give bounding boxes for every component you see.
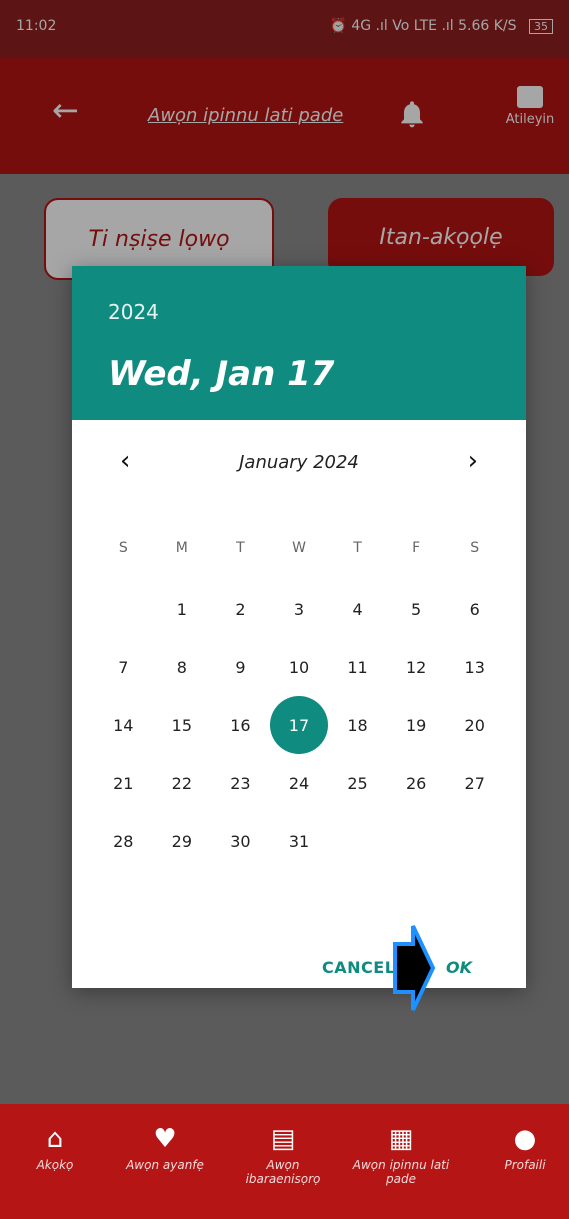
- calendar-day[interactable]: 5: [387, 580, 446, 638]
- weekday-header: S M T W T F S: [94, 540, 504, 556]
- calendar-day[interactable]: 3: [270, 580, 329, 638]
- calendar-empty-cell: [94, 580, 153, 638]
- calendar-day[interactable]: 21: [94, 754, 153, 812]
- calendar-day[interactable]: 7: [94, 638, 153, 696]
- calendar-day[interactable]: 2: [211, 580, 270, 638]
- calendar-day[interactable]: 31: [270, 812, 329, 870]
- nav-label: Awọn ayanfẹ: [126, 1158, 204, 1172]
- calendar-grid: 1 2 3 4 5 6 7 8 9 10 11 12 13 14 15 16 17 18 19 20 21 22 23 24 2…: [94, 580, 504, 870]
- calendar-day[interactable]: 14: [94, 696, 153, 754]
- heart-icon: ♥: [153, 1124, 177, 1154]
- weekday-label: F: [412, 540, 421, 556]
- calendar-empty-cell: [328, 812, 387, 870]
- cancel-button[interactable]: CANCEL: [322, 958, 395, 977]
- nav-favorites[interactable]: ♥ Awọn ayanfẹ: [110, 1126, 220, 1172]
- calendar-day[interactable]: 12: [387, 638, 446, 696]
- calendar-day[interactable]: 23: [211, 754, 270, 812]
- weekday-label: T: [353, 540, 362, 556]
- weekday-label: T: [236, 540, 245, 556]
- nav-messages[interactable]: ▤ Awọn ibaraenisọrọ: [228, 1126, 338, 1186]
- chevron-right-icon: ›: [467, 446, 478, 476]
- calendar-day[interactable]: 27: [445, 754, 504, 812]
- nav-label: Profaili: [504, 1158, 546, 1172]
- bottom-nav: ⌂ Akọkọ ♥ Awọn ayanfẹ ▤ Awọn ibaraenisọr…: [0, 1104, 569, 1219]
- calendar-day[interactable]: 17: [269, 696, 328, 754]
- calendar-day[interactable]: 6: [445, 580, 504, 638]
- selected-date: Wed, Jan 17: [108, 354, 335, 394]
- calendar-day[interactable]: 20: [445, 696, 504, 754]
- calendar-day[interactable]: 10: [270, 638, 329, 696]
- date-picker-dialog: 2024 Wed, Jan 17 ‹ January 2024 › S M T …: [72, 266, 526, 988]
- weekday-label: S: [470, 540, 480, 556]
- pointer-arrow-icon: [393, 925, 436, 1011]
- profile-icon: ●: [513, 1124, 537, 1154]
- calendar-day[interactable]: 1: [153, 580, 212, 638]
- nav-label: Akọkọ: [36, 1158, 74, 1172]
- calendar-icon: ▦: [388, 1124, 414, 1154]
- dialog-actions: CANCEL OK: [72, 958, 526, 998]
- date-picker-header: 2024 Wed, Jan 17: [72, 266, 526, 420]
- calendar-day[interactable]: 8: [153, 638, 212, 696]
- calendar-day[interactable]: 18: [328, 696, 387, 754]
- calendar-day[interactable]: 19: [387, 696, 446, 754]
- calendar-day[interactable]: 11: [328, 638, 387, 696]
- home-icon: ⌂: [46, 1124, 64, 1154]
- calendar-day[interactable]: 13: [445, 638, 504, 696]
- calendar-day[interactable]: 15: [153, 696, 212, 754]
- calendar-empty-cell: [387, 812, 446, 870]
- calendar-day[interactable]: 25: [328, 754, 387, 812]
- calendar-day[interactable]: 22: [153, 754, 212, 812]
- weekday-label: S: [118, 540, 128, 556]
- calendar-day[interactable]: 28: [94, 812, 153, 870]
- chat-icon: ▤: [270, 1124, 296, 1154]
- weekday-label: M: [175, 540, 188, 556]
- month-navigation: ‹ January 2024 ›: [72, 446, 526, 486]
- calendar-day[interactable]: 30: [211, 812, 270, 870]
- nav-appointments[interactable]: ▦ Awọn ipinnu lati pade: [346, 1126, 456, 1186]
- nav-label: Awọn ibaraenisọrọ: [245, 1158, 321, 1186]
- nav-profile[interactable]: ● Profaili: [470, 1126, 569, 1172]
- calendar-day[interactable]: 9: [211, 638, 270, 696]
- calendar-day[interactable]: 16: [211, 696, 270, 754]
- ok-button[interactable]: OK: [446, 958, 472, 977]
- month-label: January 2024: [239, 452, 359, 473]
- year-label[interactable]: 2024: [108, 300, 159, 324]
- calendar-day[interactable]: 29: [153, 812, 212, 870]
- calendar-day[interactable]: 4: [328, 580, 387, 638]
- weekday-label: W: [292, 540, 306, 556]
- calendar-empty-cell: [445, 812, 504, 870]
- next-month-button[interactable]: ›: [468, 446, 478, 476]
- calendar-day[interactable]: 26: [387, 754, 446, 812]
- nav-label: Awọn ipinnu lati pade: [352, 1158, 450, 1186]
- nav-home[interactable]: ⌂ Akọkọ: [0, 1126, 110, 1172]
- calendar-day[interactable]: 24: [270, 754, 329, 812]
